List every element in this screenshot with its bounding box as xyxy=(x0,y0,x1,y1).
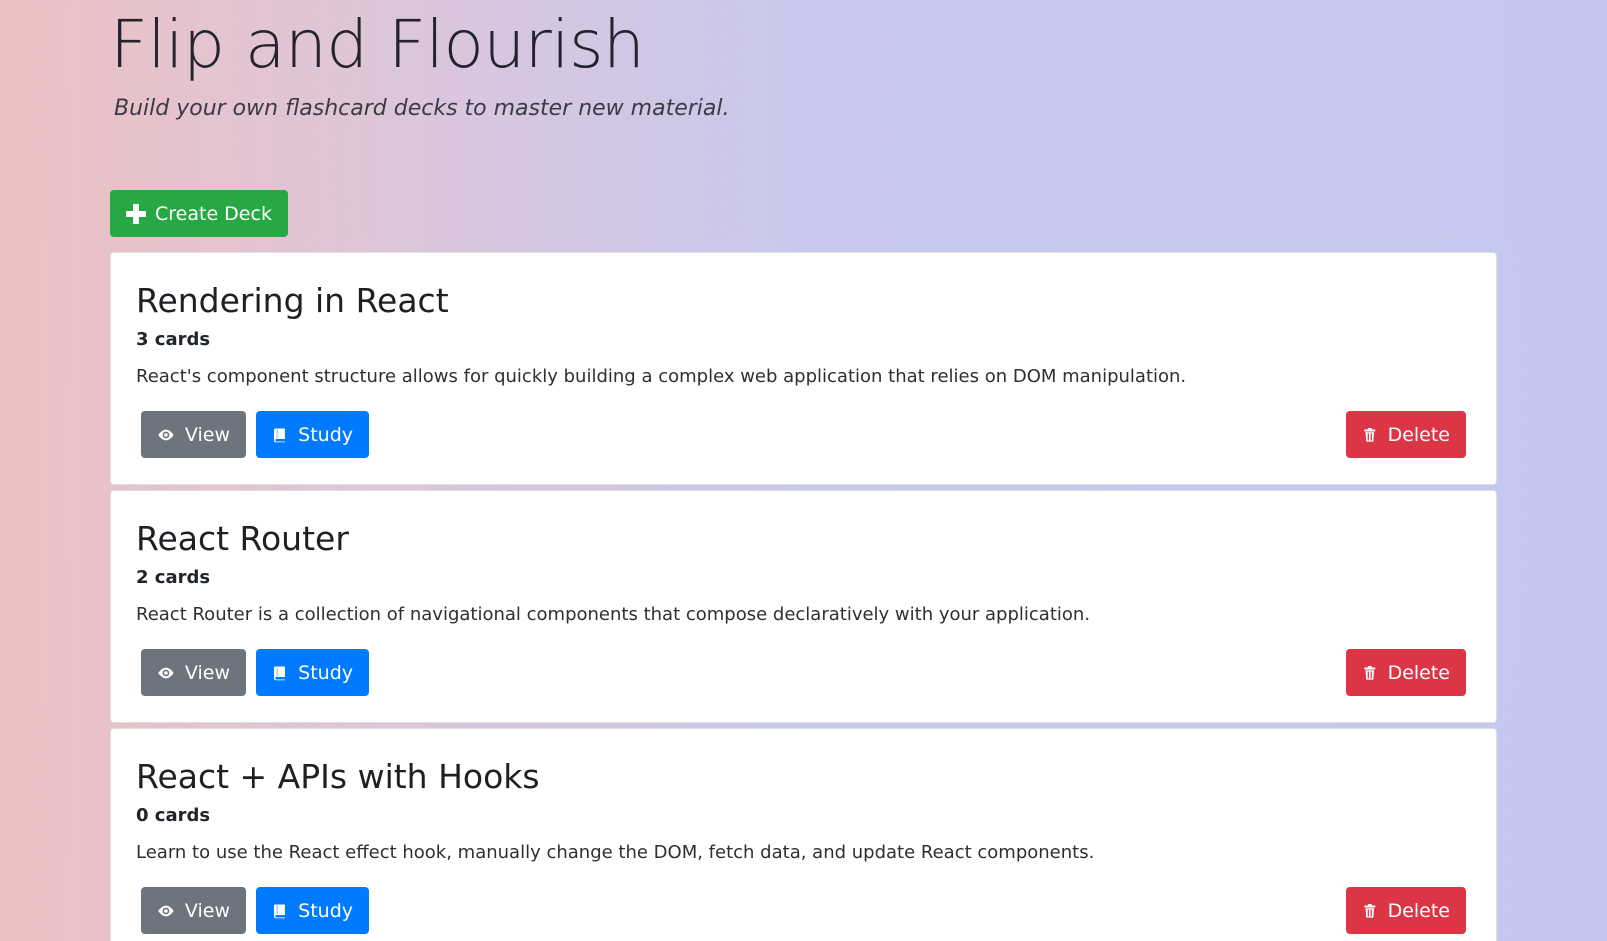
deck-name: Rendering in React xyxy=(136,281,449,320)
view-deck-button[interactable]: View xyxy=(141,649,246,696)
deck-card-count: 0 cards xyxy=(136,805,211,826)
view-label: View xyxy=(184,423,230,446)
trash-icon xyxy=(1364,427,1376,442)
trash-icon xyxy=(1364,665,1376,680)
study-label: Study xyxy=(298,661,353,684)
delete-label: Delete xyxy=(1387,423,1450,446)
book-icon xyxy=(274,428,285,442)
delete-deck-button[interactable]: Delete xyxy=(1346,649,1466,696)
view-deck-button[interactable]: View xyxy=(141,887,246,934)
book-icon xyxy=(274,666,285,680)
deck-card-count: 2 cards xyxy=(136,567,211,588)
app-subtitle: Build your own flashcard decks to master… xyxy=(114,96,730,121)
deck-name: React Router xyxy=(136,519,349,558)
deck-card: React + APIs with Hooks 0 cards Learn to… xyxy=(110,728,1497,941)
view-label: View xyxy=(184,899,230,922)
eye-icon xyxy=(158,429,174,440)
create-deck-label: Create Deck xyxy=(155,202,272,225)
main-container: Flip and Flourish Build your own flashca… xyxy=(110,0,1497,941)
deck-card: Rendering in React 3 cards React's compo… xyxy=(110,252,1497,485)
trash-icon xyxy=(1364,903,1376,918)
deck-name: React + APIs with Hooks xyxy=(136,757,540,796)
create-deck-button[interactable]: Create Deck xyxy=(110,190,288,237)
delete-deck-button[interactable]: Delete xyxy=(1346,411,1466,458)
deck-card-count: 3 cards xyxy=(136,329,211,350)
eye-icon xyxy=(158,905,174,916)
view-deck-button[interactable]: View xyxy=(141,411,246,458)
book-icon xyxy=(274,904,285,918)
eye-icon xyxy=(158,667,174,678)
study-deck-button[interactable]: Study xyxy=(256,411,369,458)
delete-label: Delete xyxy=(1387,661,1450,684)
plus-icon xyxy=(126,203,146,224)
study-label: Study xyxy=(298,899,353,922)
study-deck-button[interactable]: Study xyxy=(256,649,369,696)
study-label: Study xyxy=(298,423,353,446)
deck-description: React's component structure allows for q… xyxy=(136,366,1187,387)
deck-description: React Router is a collection of navigati… xyxy=(136,604,1091,625)
deck-card: React Router 2 cards React Router is a c… xyxy=(110,490,1497,723)
view-label: View xyxy=(184,661,230,684)
delete-label: Delete xyxy=(1387,899,1450,922)
deck-list: Rendering in React 3 cards React's compo… xyxy=(110,252,1497,941)
study-deck-button[interactable]: Study xyxy=(256,887,369,934)
app-title: Flip and Flourish xyxy=(110,6,645,83)
delete-deck-button[interactable]: Delete xyxy=(1346,887,1466,934)
deck-description: Learn to use the React effect hook, manu… xyxy=(136,842,1095,863)
